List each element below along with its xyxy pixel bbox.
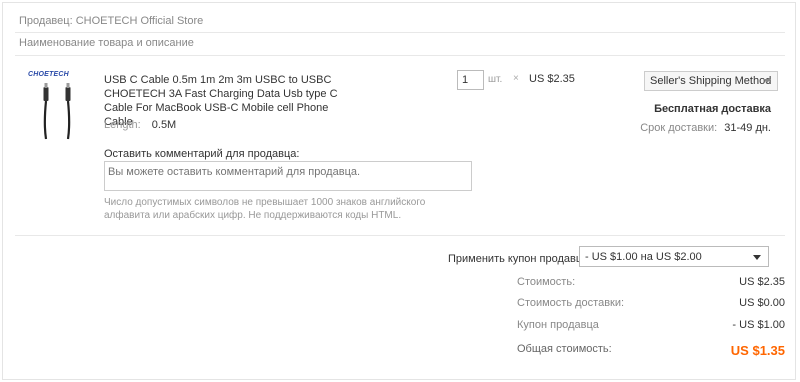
chevron-down-icon [753, 255, 761, 260]
seller-line: Продавец: CHOETECH Official Store [19, 15, 203, 27]
quantity-unit: шт. [488, 74, 503, 85]
property-name: Length: [104, 119, 141, 131]
order-item-panel: Продавец: CHOETECH Official Store Наимен… [2, 2, 796, 380]
shipping-method-value: Seller's Shipping Method [650, 75, 772, 87]
comment-textarea[interactable] [104, 161, 472, 191]
coupon-selected-value: - US $1.00 на US $2.00 [585, 251, 702, 263]
chevron-down-icon [763, 79, 771, 83]
cost-value: US $2.35 [739, 276, 785, 288]
times-sign: × [513, 73, 519, 84]
shipping-cost-value: US $0.00 [739, 297, 785, 309]
delivery-label: Срок доставки: [640, 122, 718, 134]
product-property: Length: 0.5M [104, 119, 176, 131]
coupon-discount-value: - US $1.00 [732, 319, 785, 331]
divider [15, 235, 785, 236]
product-thumbnail[interactable]: CHOETECH [28, 71, 88, 143]
property-value: 0.5M [151, 119, 177, 131]
total-value: US $1.35 [730, 343, 785, 358]
cost-label: Стоимость: [517, 276, 576, 288]
free-shipping-label: Бесплатная доставка [654, 103, 771, 115]
comment-hint: Число допустимых символов не превышает 1… [104, 197, 426, 221]
coupon-label: Применить купон продавца [448, 253, 589, 265]
coupon-discount-label: Купон продавца [517, 319, 599, 331]
seller-name[interactable]: CHOETECH Official Store [76, 15, 204, 27]
quantity-input[interactable] [457, 70, 484, 90]
seller-label: Продавец: [19, 15, 73, 27]
comment-label: Оставить комментарий для продавца: [104, 148, 300, 160]
shipping-cost-label: Стоимость доставки: [517, 297, 625, 309]
shipping-method-select[interactable]: Seller's Shipping Method [644, 71, 778, 91]
coupon-select[interactable]: - US $1.00 на US $2.00 [579, 246, 769, 267]
section-title: Наименование товара и описание [19, 37, 194, 49]
delivery-value: 31-49 дн. [724, 122, 771, 134]
total-label: Общая стоимость: [517, 343, 612, 355]
divider [15, 55, 785, 56]
unit-price: US $2.35 [529, 73, 575, 85]
cable-image [43, 83, 71, 140]
delivery-time: Срок доставки: 31-49 дн. [640, 122, 771, 134]
divider [15, 32, 785, 33]
